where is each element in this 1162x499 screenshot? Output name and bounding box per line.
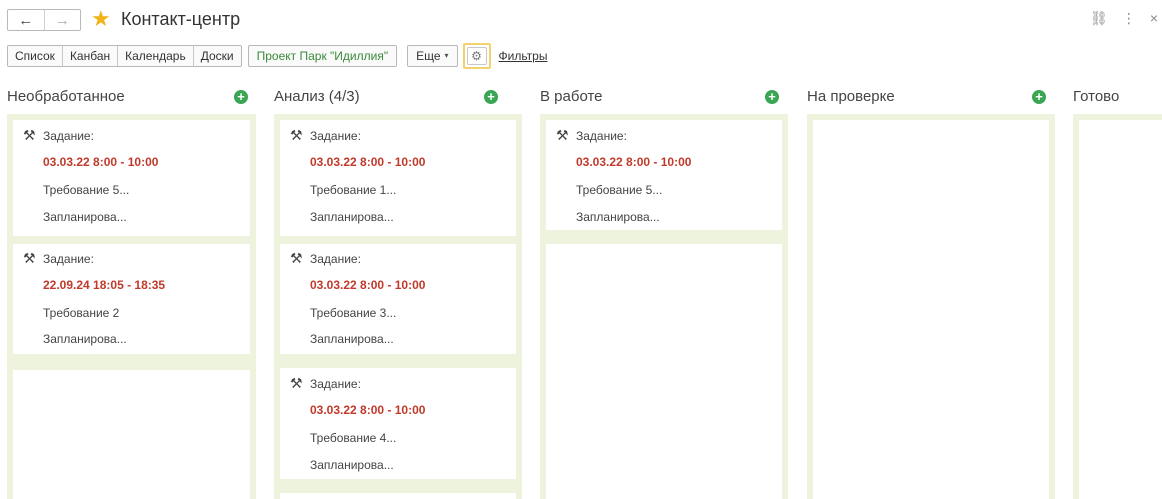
card-time: 03.03.22 8:00 - 10:00 (310, 403, 426, 417)
title-bar: ← → ★ Контакт-центр ⛓ ⋮ × (0, 0, 1162, 40)
column-header-review: На проверке (807, 88, 895, 105)
window-actions: ⛓ ⋮ × (1090, 10, 1158, 27)
card-time: 03.03.22 8:00 - 10:00 (310, 278, 426, 292)
card-kind: Задание: (310, 377, 361, 391)
settings-button[interactable]: ⚙ (462, 43, 491, 69)
task-card[interactable]: ⚒ Задание: 03.03.22 8:00 - 10:00 Требова… (13, 120, 250, 236)
link-icon[interactable]: ⛓ (1090, 10, 1108, 27)
kanban-lane-in-progress: ⚒ Задание: 03.03.22 8:00 - 10:00 Требова… (540, 114, 788, 499)
empty-card-slot (280, 493, 516, 499)
column-header-unprocessed: Необработанное (7, 88, 125, 105)
empty-card-slot (813, 120, 1049, 499)
kanban-lane-done (1073, 114, 1162, 499)
add-card-plus-icon[interactable]: + (765, 90, 779, 104)
add-card-plus-icon[interactable]: + (234, 90, 248, 104)
card-kind: Задание: (43, 129, 94, 143)
card-requirement: Требование 1... (310, 183, 397, 197)
kanban-lane-unprocessed: ⚒ Задание: 03.03.22 8:00 - 10:00 Требова… (7, 114, 256, 499)
empty-card-slot (1079, 120, 1162, 499)
close-icon[interactable]: × (1150, 10, 1158, 27)
card-status: Запланирова... (43, 210, 127, 224)
tools-icon: ⚒ (23, 127, 36, 143)
card-kind: Задание: (310, 252, 361, 266)
task-card[interactable]: ⚒ Задание: 03.03.22 8:00 - 10:00 Требова… (546, 120, 782, 230)
favorite-star-icon[interactable]: ★ (91, 8, 113, 30)
task-card[interactable]: ⚒ Задание: 03.03.22 8:00 - 10:00 Требова… (280, 368, 516, 479)
kanban-lane-analysis: ⚒ Задание: 03.03.22 8:00 - 10:00 Требова… (274, 114, 522, 499)
card-requirement: Требование 4... (310, 431, 397, 445)
tools-icon: ⚒ (290, 250, 303, 266)
column-header-done: Готово (1073, 88, 1120, 105)
card-requirement: Требование 5... (576, 183, 663, 197)
project-button[interactable]: Проект Парк "Идиллия" (247, 45, 398, 67)
tab-boards[interactable]: Доски (194, 46, 241, 66)
card-status: Запланирова... (576, 210, 660, 224)
toolbar: Список Канбан Календарь Доски Проект Пар… (7, 43, 548, 69)
task-card[interactable]: ⚒ Задание: 22.09.24 18:05 - 18:35 Требов… (13, 244, 250, 354)
view-switcher: Список Канбан Календарь Доски (7, 45, 242, 67)
tools-icon: ⚒ (290, 127, 303, 143)
forward-arrow-icon[interactable]: → (43, 10, 81, 30)
back-arrow-icon[interactable]: ← (8, 10, 44, 30)
card-status: Запланирова... (310, 210, 394, 224)
task-card[interactable]: ⚒ Задание: 03.03.22 8:00 - 10:00 Требова… (280, 244, 516, 354)
more-label: Еще (416, 49, 441, 63)
tools-icon: ⚒ (556, 127, 569, 143)
filters-link[interactable]: Фильтры (499, 49, 548, 63)
card-time: 03.03.22 8:00 - 10:00 (310, 155, 426, 169)
card-requirement: Требование 5... (43, 183, 130, 197)
card-kind: Задание: (310, 129, 361, 143)
page-title: Контакт-центр (121, 9, 241, 29)
add-card-plus-icon[interactable]: + (484, 90, 498, 104)
card-status: Запланирова... (43, 332, 127, 346)
task-card[interactable]: ⚒ Задание: 03.03.22 8:00 - 10:00 Требова… (280, 120, 516, 236)
tab-calendar[interactable]: Календарь (118, 46, 194, 66)
card-time: 03.03.22 8:00 - 10:00 (576, 155, 692, 169)
empty-card-slot (546, 244, 782, 499)
card-status: Запланирова... (310, 332, 394, 346)
empty-card-slot (13, 370, 250, 499)
card-time: 22.09.24 18:05 - 18:35 (43, 278, 166, 292)
add-card-plus-icon[interactable]: + (1032, 90, 1046, 104)
card-requirement: Требование 2 (43, 306, 120, 320)
more-button[interactable]: Еще ▾ (407, 45, 458, 67)
card-requirement: Требование 3... (310, 306, 397, 320)
column-header-analysis: Анализ (4/3) (274, 88, 360, 105)
card-kind: Задание: (43, 252, 94, 266)
card-kind: Задание: (576, 129, 627, 143)
tools-icon: ⚒ (290, 375, 303, 391)
kanban-lane-review (807, 114, 1055, 499)
tools-icon: ⚒ (23, 250, 36, 266)
tab-list[interactable]: Список (8, 46, 63, 66)
column-header-in-progress: В работе (540, 88, 603, 105)
gear-icon: ⚙ (466, 47, 487, 65)
nav-buttons: ← → (7, 9, 81, 31)
card-time: 03.03.22 8:00 - 10:00 (43, 155, 159, 169)
chevron-down-icon: ▾ (444, 51, 449, 60)
tab-kanban[interactable]: Канбан (63, 46, 119, 66)
card-status: Запланирова... (310, 458, 394, 472)
more-options-icon[interactable]: ⋮ (1122, 10, 1136, 27)
